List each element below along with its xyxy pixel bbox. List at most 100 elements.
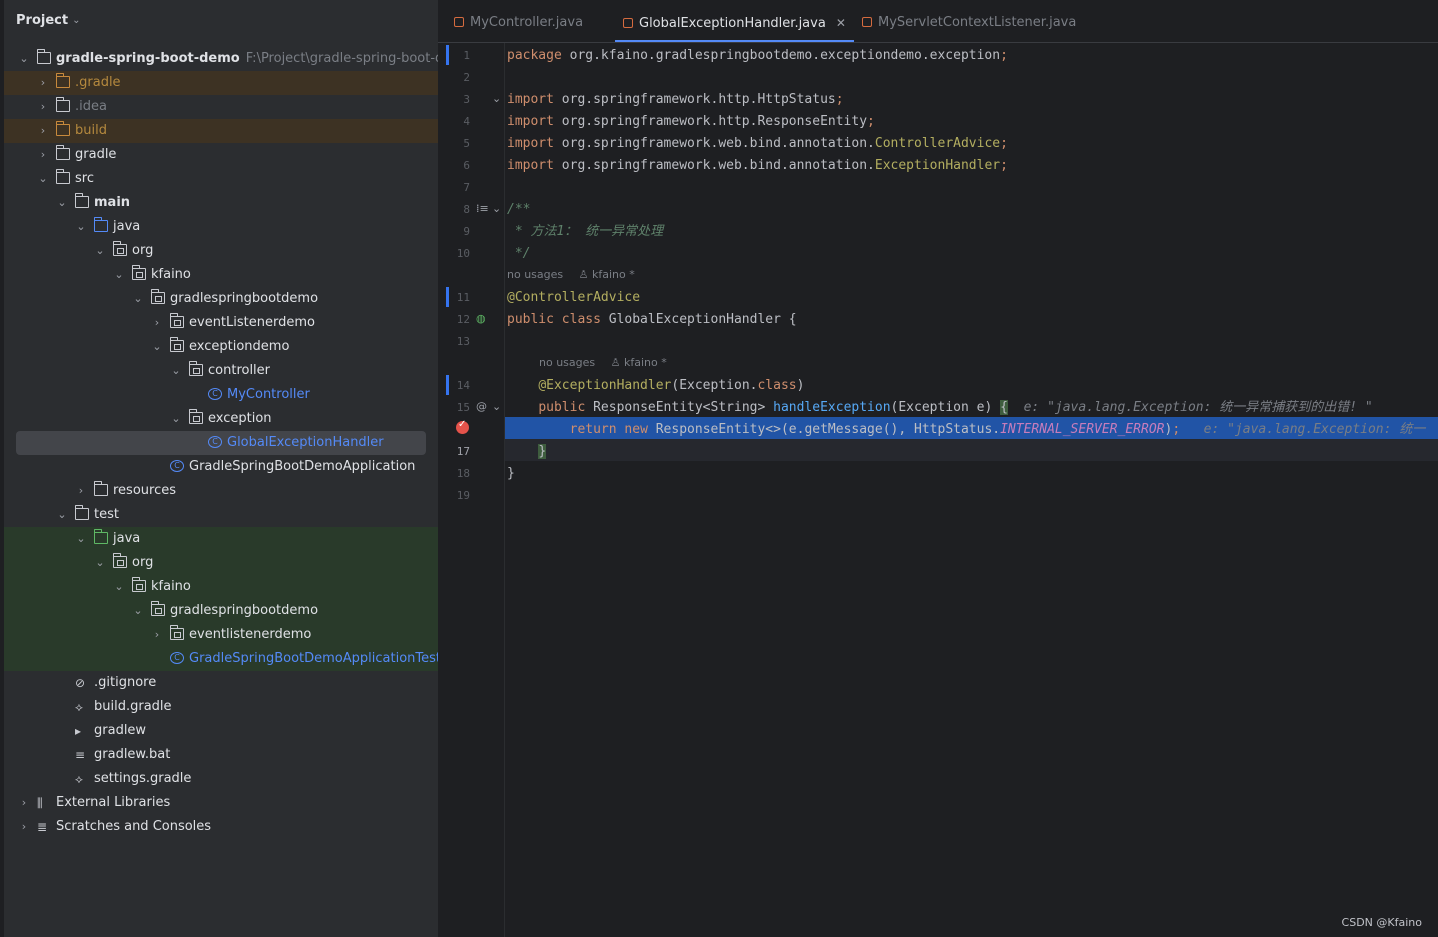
chevron-down-icon[interactable]: ⌄	[94, 551, 106, 575]
chevron-right-icon[interactable]: ›	[37, 95, 49, 119]
tab-globalexceptionhandler[interactable]: GlobalExceptionHandler.java ✕	[615, 0, 854, 42]
code-vision-hint[interactable]: no usages ♙ kfaino *	[539, 352, 667, 374]
folder-icon	[55, 97, 70, 112]
tab-mycontroller[interactable]: MyController.java	[454, 0, 583, 42]
spring-bean-icon[interactable]: ◍	[476, 312, 486, 325]
line-number: 17	[456, 445, 470, 458]
tree-node-eventlistenerdemo[interactable]: › eventlistenerdemo	[4, 623, 438, 647]
tree-node-label: gradle-spring-boot-demo F:\Project\gradle…	[56, 47, 438, 71]
chevron-down-icon[interactable]: ⌄	[151, 335, 163, 359]
tree-node-external-libraries[interactable]: › ⫼ External Libraries	[4, 791, 438, 815]
chevron-down-icon[interactable]: ⌄	[170, 359, 182, 383]
code-line[interactable]: import org.springframework.web.bind.anno…	[507, 133, 1008, 155]
chevron-down-icon[interactable]: ⌄	[56, 191, 68, 215]
tree-node-gradlespringbootdemo[interactable]: ⌄ gradlespringbootdemo	[4, 287, 438, 311]
tree-node-exceptiondemo[interactable]: ⌄ exceptiondemo	[4, 335, 438, 359]
module-folder-icon	[74, 505, 89, 520]
tree-node-org[interactable]: ⌄ org	[4, 551, 438, 575]
code-line[interactable]: import org.springframework.http.Response…	[507, 111, 875, 133]
tree-node-build[interactable]: › build	[4, 119, 438, 143]
chevron-down-icon[interactable]: ⌄	[37, 167, 49, 191]
tree-node-gradlespringbootdemoapplication[interactable]: C GradleSpringBootDemoApplication	[4, 455, 438, 479]
line-number: 12	[456, 313, 470, 326]
tree-node-scratches-and-consoles[interactable]: › ≣ Scratches and Consoles	[4, 815, 438, 839]
override-icon[interactable]: @	[476, 400, 487, 413]
tree-node-test[interactable]: ⌄ test	[4, 503, 438, 527]
tree-node-idea[interactable]: › .idea	[4, 95, 438, 119]
code-line[interactable]: import org.springframework.web.bind.anno…	[507, 155, 1008, 177]
script-file-icon: ▸	[75, 724, 82, 738]
code-line[interactable]: @ExceptionHandler(Exception.class)	[507, 375, 804, 397]
tab-myservletcontextlistener[interactable]: MyServletContextListener.java	[862, 0, 1076, 42]
tree-node-label: gradlew.bat	[94, 747, 171, 762]
tree-node-gradlespringbootdemoapplicationtests[interactable]: C GradleSpringBootDemoApplicationTests	[4, 647, 438, 671]
chevron-right-icon[interactable]: ›	[151, 623, 163, 647]
tree-node-kfaino[interactable]: ⌄ kfaino	[4, 263, 438, 287]
tree-node-build-gradle[interactable]: ⟡ build.gradle	[4, 695, 438, 719]
tree-node-gradle[interactable]: › gradle	[4, 143, 438, 167]
render-doc-icon[interactable]: ⁞≡	[476, 202, 489, 215]
tree-node-gradlespringbootdemo[interactable]: ⌄ gradlespringbootdemo	[4, 599, 438, 623]
tree-node-gitignore[interactable]: ⊘ .gitignore	[4, 671, 438, 695]
tree-node-resources[interactable]: › resources	[4, 479, 438, 503]
tree-node-gradle[interactable]: › .gradle	[4, 71, 438, 95]
chevron-right-icon[interactable]: ›	[37, 143, 49, 167]
chevron-down-icon[interactable]: ⌄	[18, 47, 30, 71]
code-line[interactable]: }	[507, 441, 547, 463]
chevron-right-icon[interactable]: ›	[18, 815, 30, 839]
chevron-down-icon[interactable]: ⌄	[94, 239, 106, 263]
code-line[interactable]: package org.kfaino.gradlespringbootdemo.…	[507, 45, 1008, 67]
chevron-right-icon[interactable]: ›	[37, 119, 49, 143]
chevron-down-icon[interactable]: ⌄	[75, 215, 87, 239]
tree-node-label: GlobalExceptionHandler	[227, 435, 384, 450]
tree-node-java[interactable]: ⌄ java	[4, 215, 438, 239]
tree-node-kfaino[interactable]: ⌄ kfaino	[4, 575, 438, 599]
chevron-right-icon[interactable]: ›	[37, 71, 49, 95]
tree-node-mycontroller[interactable]: C MyController	[4, 383, 438, 407]
code-line[interactable]: */	[507, 243, 531, 265]
tree-node-label: exception	[208, 411, 272, 426]
fold-icon[interactable]: ⌄	[492, 400, 501, 413]
tree-node-gradle-spring-boot-demo[interactable]: ⌄ gradle-spring-boot-demo F:\Project\gradl…	[4, 47, 438, 71]
tree-node-main[interactable]: ⌄ main	[4, 191, 438, 215]
chevron-right-icon[interactable]: ›	[75, 479, 87, 503]
chevron-down-icon[interactable]: ⌄	[113, 575, 125, 599]
tree-node-label: resources	[113, 483, 177, 498]
tree-node-java[interactable]: ⌄ java	[4, 527, 438, 551]
chevron-down-icon[interactable]: ⌄	[132, 287, 144, 311]
fold-icon[interactable]: ⌄	[492, 202, 501, 215]
project-view-selector[interactable]: Project ⌄	[16, 13, 80, 28]
code-line[interactable]: }	[507, 463, 515, 485]
line-number: 11	[456, 291, 470, 304]
code-line[interactable]: public class GlobalExceptionHandler {	[507, 309, 797, 331]
code-vision-hint[interactable]: no usages ♙ kfaino *	[507, 264, 635, 286]
code-line[interactable]: import org.springframework.http.HttpStat…	[507, 89, 844, 111]
tree-node-eventlistenerdemo[interactable]: › eventListenerdemo	[4, 311, 438, 335]
code-line[interactable]: public ResponseEntity<String> handleExce…	[507, 397, 1373, 419]
line-number: 7	[463, 181, 470, 194]
chevron-down-icon[interactable]: ⌄	[132, 599, 144, 623]
tree-node-label: GradleSpringBootDemoApplicationTests	[189, 651, 438, 666]
module-folder-icon	[74, 193, 89, 208]
fold-icon[interactable]: ⌄	[492, 92, 501, 105]
chevron-right-icon[interactable]: ›	[18, 791, 30, 815]
chevron-down-icon[interactable]: ⌄	[56, 503, 68, 527]
tree-node-globalexceptionhandler[interactable]: C GlobalExceptionHandler	[16, 431, 426, 455]
tree-node-settings-gradle[interactable]: ⟡ settings.gradle	[4, 767, 438, 791]
code-line[interactable]: @ControllerAdvice	[507, 287, 640, 309]
code-line[interactable]: return new ResponseEntity<>(e.getMessage…	[507, 419, 1426, 441]
chevron-down-icon[interactable]: ⌄	[75, 527, 87, 551]
chevron-right-icon[interactable]: ›	[151, 311, 163, 335]
java-file-icon	[862, 17, 872, 27]
close-icon[interactable]: ✕	[836, 16, 846, 30]
chevron-down-icon[interactable]: ⌄	[170, 407, 182, 431]
code-line[interactable]: * 方法1： 统一异常处理	[507, 221, 663, 243]
code-line[interactable]: /**	[507, 199, 530, 221]
chevron-down-icon[interactable]: ⌄	[113, 263, 125, 287]
tree-node-exception[interactable]: ⌄ exception	[4, 407, 438, 431]
tree-node-gradlew-bat[interactable]: ≡ gradlew.bat	[4, 743, 438, 767]
tree-node-src[interactable]: ⌄ src	[4, 167, 438, 191]
tree-node-gradlew[interactable]: ▸ gradlew	[4, 719, 438, 743]
tree-node-org[interactable]: ⌄ org	[4, 239, 438, 263]
tree-node-controller[interactable]: ⌄ controller	[4, 359, 438, 383]
